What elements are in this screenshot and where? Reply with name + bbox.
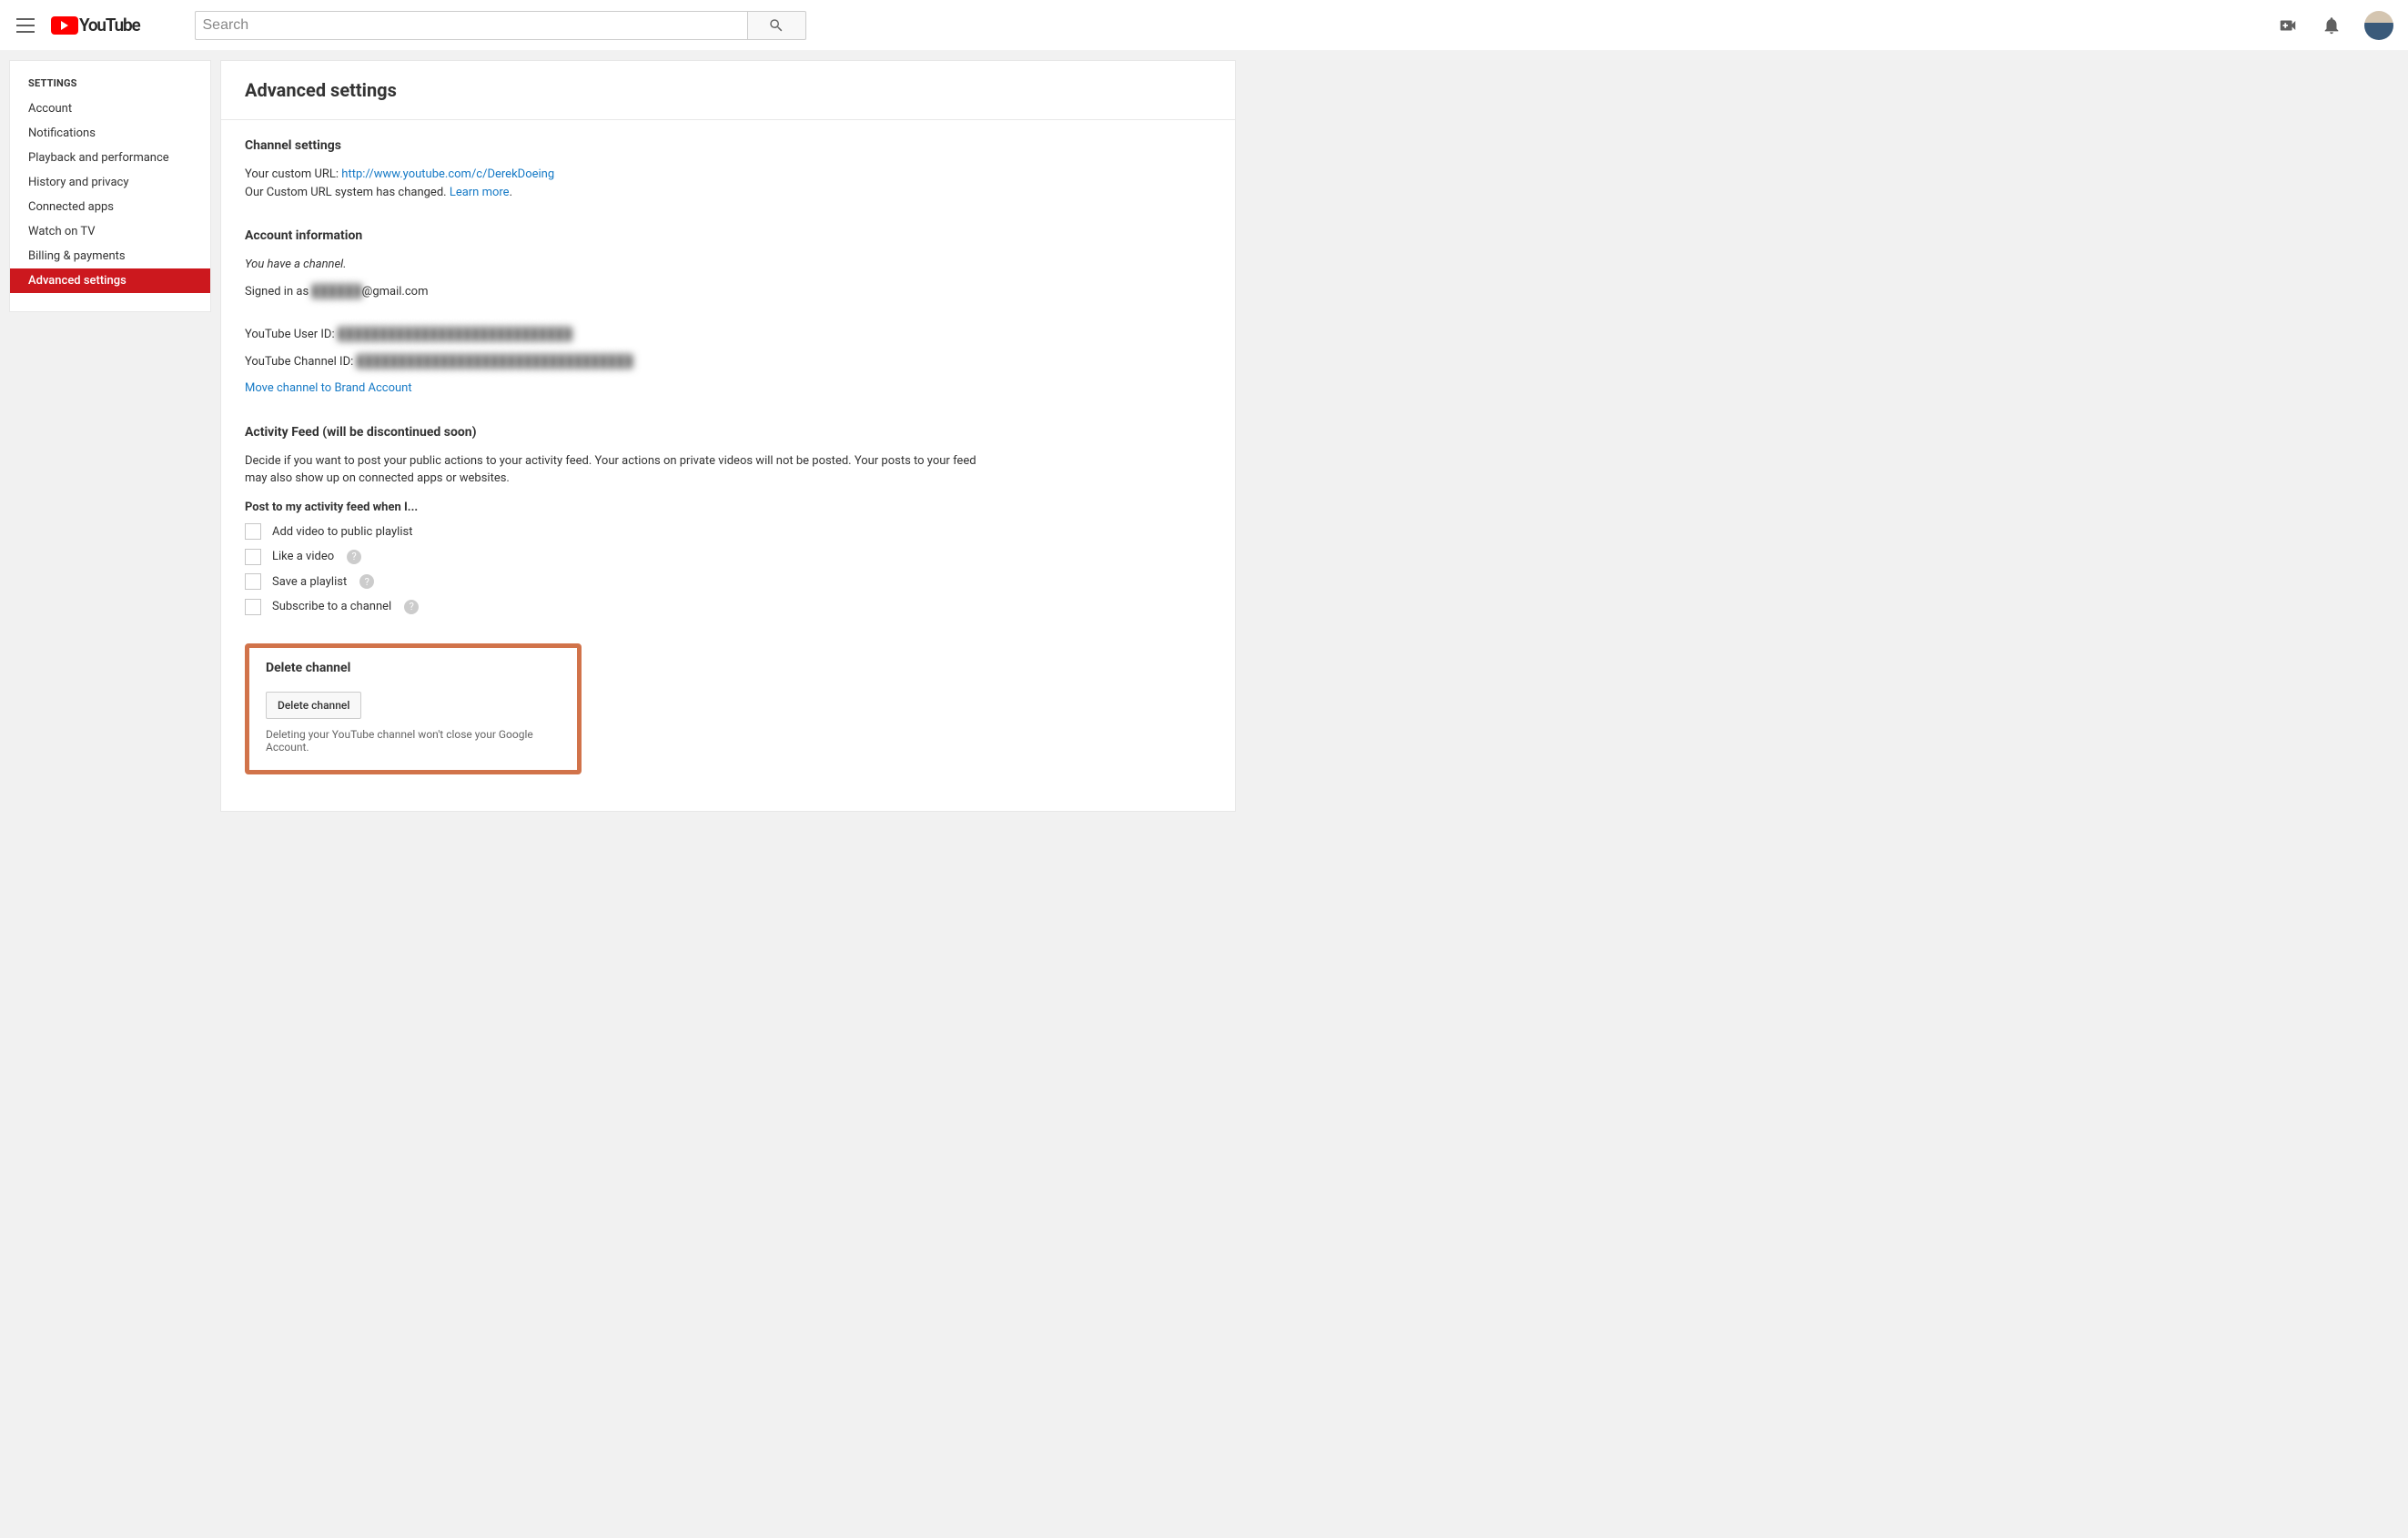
option-like-video: Like a video — [272, 548, 334, 566]
custom-url-link[interactable]: http://www.youtube.com/c/DerekDoeing — [341, 167, 554, 181]
help-icon[interactable]: ? — [404, 600, 419, 614]
sidebar-title: SETTINGS — [10, 70, 210, 96]
search-icon — [768, 17, 784, 34]
sidebar-item-connected-apps[interactable]: Connected apps — [10, 195, 210, 219]
delete-channel-note: Deleting your YouTube channel won't clos… — [266, 728, 561, 754]
checkbox-subscribe[interactable] — [245, 599, 261, 615]
signed-in-email-blurred: ██████ — [311, 285, 361, 298]
delete-channel-section: Delete channel Delete channel Deleting y… — [245, 643, 582, 774]
activity-feed-heading: Activity Feed (will be discontinued soon… — [245, 425, 982, 440]
channel-settings-heading: Channel settings — [245, 138, 1211, 153]
header-actions — [2277, 11, 2393, 40]
search-form — [195, 11, 806, 40]
hamburger-menu-icon[interactable] — [15, 15, 36, 36]
sidebar-item-watch-tv[interactable]: Watch on TV — [10, 219, 210, 244]
activity-feed-desc: Decide if you want to post your public a… — [245, 452, 982, 488]
sidebar-item-billing[interactable]: Billing & payments — [10, 244, 210, 268]
help-icon[interactable]: ? — [359, 574, 374, 589]
notifications-icon[interactable] — [2321, 15, 2342, 36]
channel-id-label: YouTube Channel ID: — [245, 355, 356, 369]
sidebar-item-advanced[interactable]: Advanced settings — [10, 268, 210, 293]
main-panel: Advanced settings Channel settings Your … — [220, 60, 1236, 812]
settings-sidebar: SETTINGS Account Notifications Playback … — [9, 60, 211, 312]
delete-channel-button[interactable]: Delete channel — [266, 692, 361, 719]
option-add-video-playlist: Add video to public playlist — [272, 523, 412, 541]
app-header: YouTube — [0, 0, 2408, 51]
search-input[interactable] — [195, 11, 747, 40]
has-channel-text: You have a channel. — [245, 256, 1211, 274]
youtube-logo-icon — [51, 16, 78, 35]
search-button[interactable] — [747, 11, 806, 40]
delete-channel-heading: Delete channel — [266, 661, 561, 675]
checkbox-like-video[interactable] — [245, 549, 261, 565]
channel-id-value-blurred: █████████████████████████████████ — [356, 355, 632, 369]
sidebar-item-playback[interactable]: Playback and performance — [10, 146, 210, 170]
custom-url-label: Your custom URL: — [245, 167, 341, 181]
custom-url-changed-text: Our Custom URL system has changed. — [245, 186, 450, 199]
youtube-logo[interactable]: YouTube — [51, 15, 140, 35]
signed-in-email-domain: @gmail.com — [362, 285, 429, 298]
sidebar-item-account[interactable]: Account — [10, 96, 210, 121]
page-title: Advanced settings — [245, 79, 1211, 101]
checkbox-save-playlist[interactable] — [245, 573, 261, 590]
activity-feed-sublabel: Post to my activity feed when I... — [245, 501, 982, 514]
help-icon[interactable]: ? — [347, 550, 361, 564]
signed-in-label: Signed in as — [245, 285, 311, 298]
learn-more-link[interactable]: Learn more — [450, 186, 510, 199]
option-subscribe: Subscribe to a channel — [272, 598, 391, 616]
user-id-value-blurred: ████████████████████████████ — [338, 328, 572, 341]
sidebar-item-notifications[interactable]: Notifications — [10, 121, 210, 146]
user-avatar[interactable] — [2364, 11, 2393, 40]
checkbox-add-video-playlist[interactable] — [245, 523, 261, 540]
option-save-playlist: Save a playlist — [272, 573, 347, 592]
user-id-label: YouTube User ID: — [245, 328, 338, 341]
create-video-icon[interactable] — [2277, 15, 2299, 36]
sidebar-item-history[interactable]: History and privacy — [10, 170, 210, 195]
move-channel-link[interactable]: Move channel to Brand Account — [245, 381, 412, 395]
youtube-logo-text: YouTube — [79, 15, 140, 35]
account-info-heading: Account information — [245, 228, 1211, 243]
